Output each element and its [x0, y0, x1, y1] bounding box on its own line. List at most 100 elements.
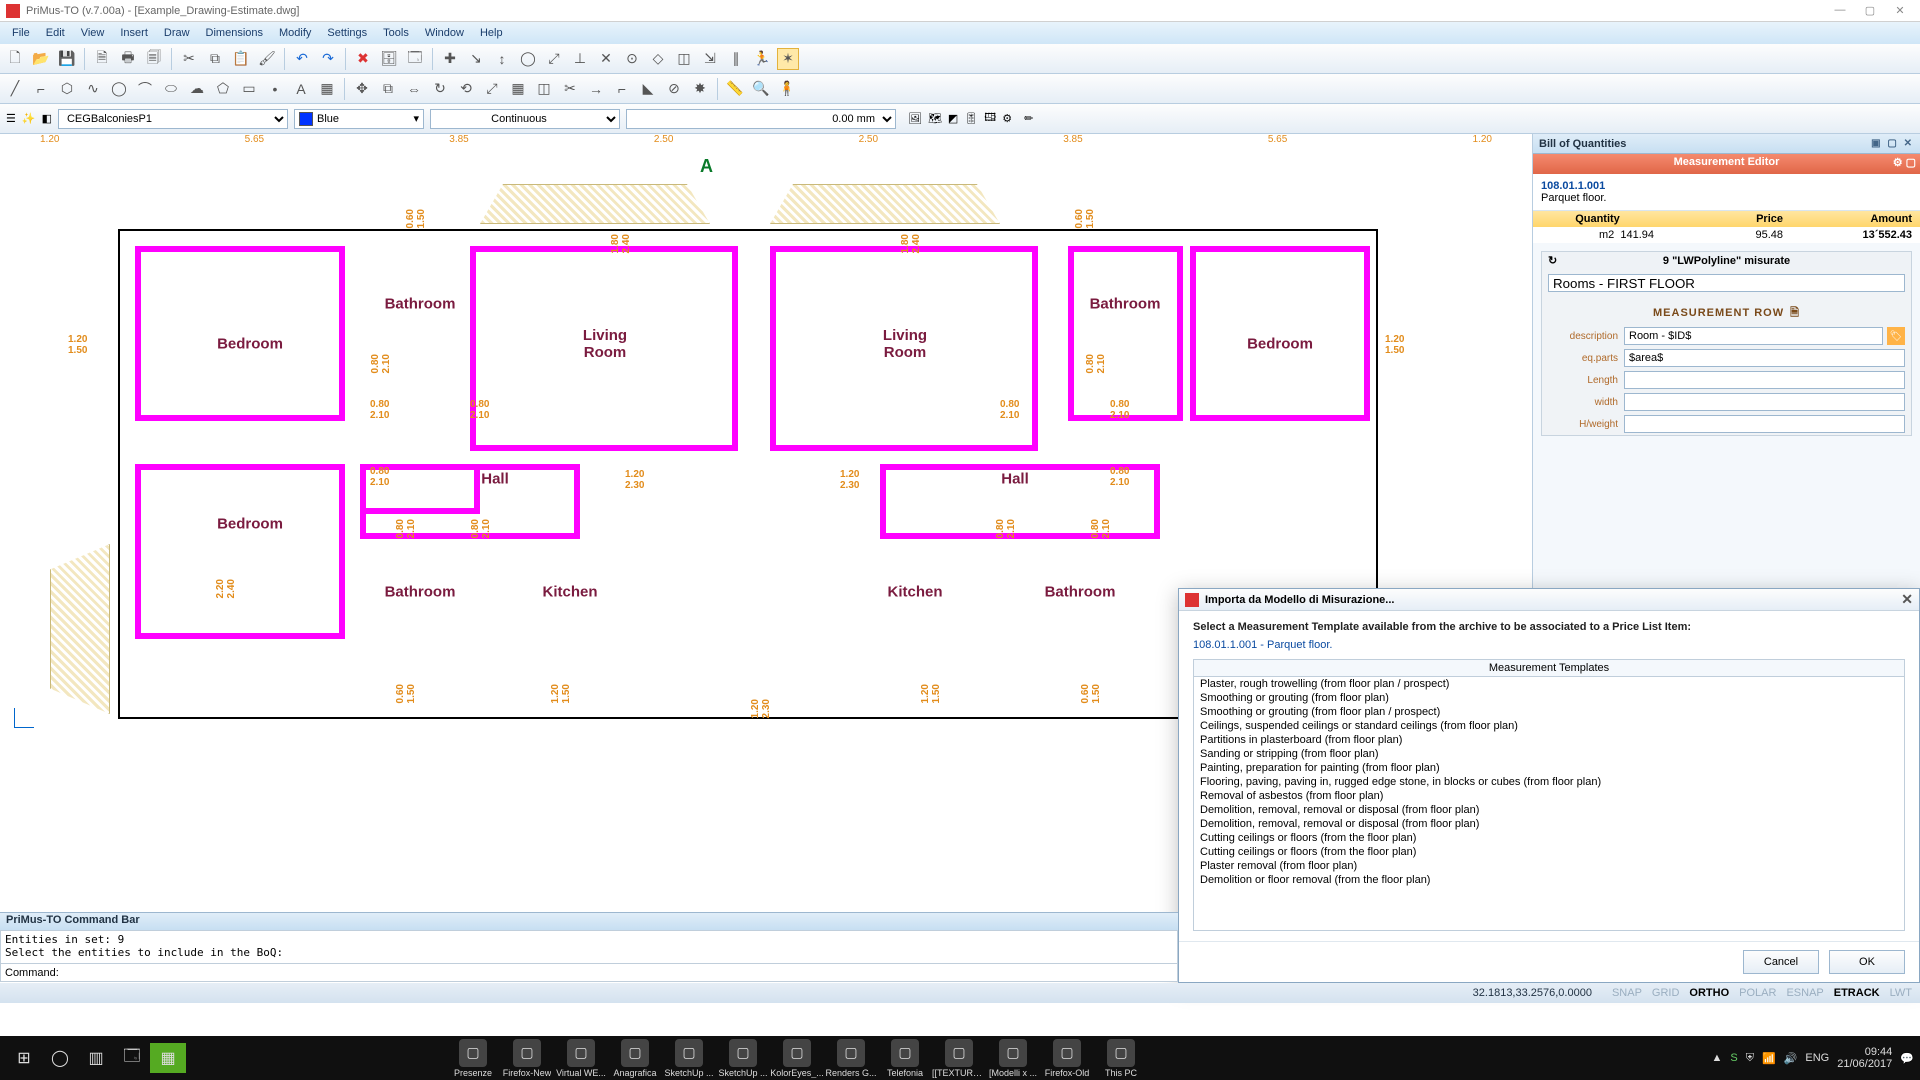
match-prop-icon[interactable]: 🖌 [256, 48, 278, 70]
template-item[interactable]: Cutting ceilings or floors (from the flo… [1194, 845, 1904, 859]
taskbar-app[interactable]: ▢Anagrafica [608, 1039, 662, 1078]
taskview-button[interactable]: ▥ [78, 1043, 114, 1073]
taskbar-app[interactable]: ▢[Modelli x ... [986, 1039, 1040, 1078]
snap-extend-icon[interactable]: ⇲ [699, 48, 721, 70]
taskbar-app[interactable]: ▢This PC [1094, 1039, 1148, 1078]
print-preview-icon[interactable]: 🗐 [143, 48, 165, 70]
calculator-icon[interactable]: 🗄 [378, 48, 400, 70]
array-icon[interactable]: ▦ [507, 78, 529, 100]
rect-icon[interactable]: ▭ [238, 78, 260, 100]
template-item[interactable]: Smoothing or grouting (from floor plan) [1194, 691, 1904, 705]
text-icon[interactable]: A [290, 78, 312, 100]
tray-icon[interactable]: ⛨ [1746, 1052, 1754, 1065]
snap-circle-icon[interactable]: ◯ [517, 48, 539, 70]
cloud-icon[interactable]: ☁ [186, 78, 208, 100]
tray-icon[interactable]: 🔊 [1784, 1052, 1798, 1065]
polygon-icon[interactable]: ⬠ [212, 78, 234, 100]
pline-icon[interactable]: ⌐ [30, 78, 52, 100]
snap-node-icon[interactable]: ◇ [647, 48, 669, 70]
trim-icon[interactable]: ✂ [559, 78, 581, 100]
tray-icon[interactable]: ▲ [1712, 1052, 1723, 1064]
menu-window[interactable]: Window [417, 24, 472, 42]
room-outline[interactable] [135, 246, 345, 421]
img-frame-icon[interactable]: 🖽 [984, 109, 996, 128]
menu-settings[interactable]: Settings [319, 24, 375, 42]
boq-panel-header[interactable]: Bill of Quantities▣ ▢ ✕ [1533, 134, 1920, 154]
snap-esnap[interactable]: ESNAP [1786, 987, 1823, 999]
template-item[interactable]: Cutting ceilings or floors (from the flo… [1194, 831, 1904, 845]
room-outline[interactable] [1068, 246, 1183, 421]
desc-input[interactable] [1624, 327, 1883, 345]
img-quality-icon[interactable]: ⚙ [1002, 112, 1012, 125]
print-icon[interactable]: 🖶 [117, 48, 139, 70]
mirror-icon[interactable]: ⟲ [455, 78, 477, 100]
hatch-icon[interactable]: ▦ [316, 78, 338, 100]
walk-icon[interactable]: 🧍 [776, 78, 798, 100]
pinned-app[interactable]: ▦ [150, 1043, 186, 1073]
scale-icon[interactable]: ⤢ [481, 78, 503, 100]
snap-lwt[interactable]: LWT [1890, 987, 1912, 999]
menu-file[interactable]: File [4, 24, 38, 42]
new-file-icon[interactable]: 🗋 [4, 48, 26, 70]
snap-etrack[interactable]: ETRACK [1834, 987, 1880, 999]
tray-icon[interactable]: S [1730, 1052, 1737, 1064]
snap-ortho[interactable]: ORTHO [1689, 987, 1729, 999]
room-outline[interactable] [135, 464, 345, 639]
row-options-icon[interactable]: 🗎 [1790, 307, 1800, 319]
img-adjust-icon[interactable]: 🎚 [964, 112, 978, 125]
snap-parallel-icon[interactable]: ∥ [725, 48, 747, 70]
save-icon[interactable]: 💾 [56, 48, 78, 70]
taskbar-app[interactable]: ▢SketchUp ... [716, 1039, 770, 1078]
template-item[interactable]: Demolition or floor removal (from the fl… [1194, 873, 1904, 887]
taskbar-app[interactable]: ▢Virtual WE... [554, 1039, 608, 1078]
snap-grid[interactable]: GRID [1652, 987, 1680, 999]
template-item[interactable]: Sanding or stripping (from floor plan) [1194, 747, 1904, 761]
cortana-button[interactable]: ◯ [42, 1043, 78, 1073]
open-file-icon[interactable]: 📂 [30, 48, 52, 70]
menu-insert[interactable]: Insert [112, 24, 156, 42]
snap-endpoint-icon[interactable]: ↘ [465, 48, 487, 70]
img-insert-icon[interactable]: 🖼 [908, 112, 922, 125]
template-list[interactable]: Measurement Templates Plaster, rough tro… [1193, 659, 1905, 931]
img-attach-icon[interactable]: 🗺 [928, 112, 942, 125]
template-item[interactable]: Painting, preparation for painting (from… [1194, 761, 1904, 775]
gear-icon[interactable]: ⚙ ▢ [1893, 156, 1916, 169]
circle-tool-icon[interactable]: ◯ [108, 78, 130, 100]
close-button[interactable]: ✕ [1886, 4, 1914, 17]
delete-icon[interactable]: ✖ [352, 48, 374, 70]
snap-snap[interactable]: SNAP [1612, 987, 1642, 999]
properties-icon[interactable]: 🗔 [404, 48, 426, 70]
fillet-icon[interactable]: ⌐ [611, 78, 633, 100]
undo-icon[interactable]: ↶ [291, 48, 313, 70]
taskbar-app[interactable]: ▢KolorEyes_... [770, 1039, 824, 1078]
zoom-icon[interactable]: 🔍 [750, 78, 772, 100]
menu-tools[interactable]: Tools [375, 24, 417, 42]
misurate-input[interactable] [1548, 274, 1905, 292]
snap-near-icon[interactable]: ◫ [673, 48, 695, 70]
snap-intersect-icon[interactable]: ✕ [595, 48, 617, 70]
template-item[interactable]: Partitions in plasterboard (from floor p… [1194, 733, 1904, 747]
chamfer-icon[interactable]: ◣ [637, 78, 659, 100]
snap-perp-icon[interactable]: ⊥ [569, 48, 591, 70]
menu-dimensions[interactable]: Dimensions [198, 24, 271, 42]
snap-mid-icon[interactable]: ↕ [491, 48, 513, 70]
extend-icon[interactable]: → [585, 78, 607, 100]
menu-view[interactable]: View [73, 24, 113, 42]
page-icon[interactable]: 🗎 [91, 48, 113, 70]
taskbar-app[interactable]: ▢Firefox-Old [1040, 1039, 1094, 1078]
command-input[interactable]: Command: [0, 964, 1178, 982]
template-item[interactable]: Smoothing or grouting (from floor plan /… [1194, 705, 1904, 719]
dialog-close-button[interactable]: ✕ [1901, 591, 1913, 608]
taskbar-app[interactable]: ▢Telefonia [878, 1039, 932, 1078]
snap-point-icon[interactable]: ✚ [439, 48, 461, 70]
template-item[interactable]: Flooring, paving, paving in, rugged edge… [1194, 775, 1904, 789]
template-item[interactable]: Plaster removal (from floor plan) [1194, 859, 1904, 873]
copy-icon[interactable]: ⧉ [204, 48, 226, 70]
refresh-icon[interactable]: ↻ [1548, 254, 1557, 267]
tag-button[interactable]: 🏷 [1887, 327, 1905, 345]
layer-iso-icon[interactable]: ◧ [42, 112, 52, 125]
minimize-button[interactable]: — [1826, 4, 1854, 17]
linetype-select[interactable]: Continuous [430, 109, 620, 129]
template-item[interactable]: Demolition, removal, removal or disposal… [1194, 817, 1904, 831]
width-input[interactable] [1624, 393, 1905, 411]
